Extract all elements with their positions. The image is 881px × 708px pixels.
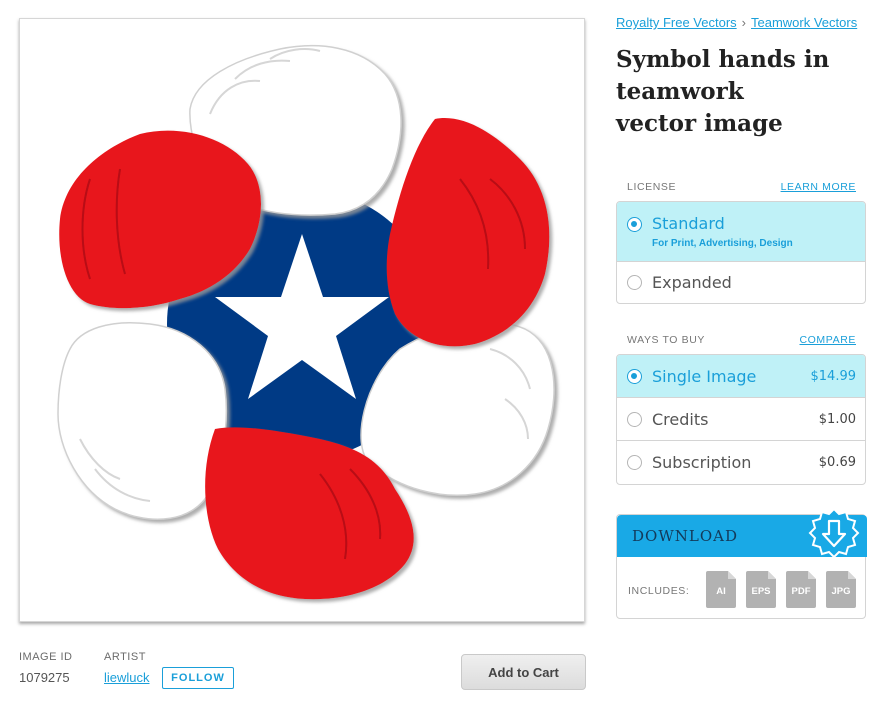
hands-star-artwork bbox=[57, 44, 555, 600]
image-id-label: IMAGE ID bbox=[19, 651, 73, 663]
title-line-3: vector image bbox=[616, 110, 783, 137]
format-label: AI bbox=[716, 586, 726, 597]
breadcrumb-separator: › bbox=[741, 15, 746, 30]
license-options: Standard For Print, Advertising, Design … bbox=[616, 201, 866, 304]
breadcrumb-royalty-free-vectors[interactable]: Royalty Free Vectors bbox=[616, 15, 737, 30]
buy-option-subscription[interactable]: Subscription $0.69 bbox=[617, 441, 865, 484]
title-line-1: Symbol hands in bbox=[616, 46, 830, 73]
buy-option-single-image[interactable]: Single Image $14.99 bbox=[617, 355, 865, 398]
includes-label: INCLUDES: bbox=[628, 585, 690, 597]
radio-selected[interactable] bbox=[627, 217, 642, 232]
radio-unselected[interactable] bbox=[627, 455, 642, 470]
license-option-expanded[interactable]: Expanded bbox=[617, 262, 865, 303]
white-fist-left bbox=[57, 322, 228, 520]
buy-option-credits[interactable]: Credits $1.00 bbox=[617, 398, 865, 441]
buy-option-price: $14.99 bbox=[810, 369, 857, 384]
jpg-file-icon: JPG bbox=[826, 571, 856, 608]
compare-link[interactable]: COMPARE bbox=[799, 334, 856, 346]
download-label: DOWNLOAD bbox=[632, 527, 738, 545]
license-option-label: Standard bbox=[652, 214, 725, 233]
pdf-file-icon: PDF bbox=[786, 571, 816, 608]
radio-selected[interactable] bbox=[627, 369, 642, 384]
learn-more-link[interactable]: LEARN MORE bbox=[781, 181, 856, 193]
license-option-description: For Print, Advertising, Design bbox=[652, 238, 793, 249]
artist-label: ARTIST bbox=[104, 651, 146, 663]
format-label: JPG bbox=[831, 586, 851, 597]
format-label: PDF bbox=[791, 586, 811, 597]
download-panel: DOWNLOAD INCLUDES: AI EPS PDF JPG bbox=[616, 507, 867, 619]
download-button[interactable]: DOWNLOAD bbox=[617, 507, 867, 559]
add-to-cart-button[interactable]: Add to Cart bbox=[461, 654, 586, 690]
title-line-2: teamwork bbox=[616, 78, 744, 105]
radio-unselected[interactable] bbox=[627, 412, 642, 427]
breadcrumb: Royalty Free Vectors › Teamwork Vectors bbox=[616, 15, 857, 30]
product-image[interactable] bbox=[19, 18, 585, 622]
buy-option-label: Subscription bbox=[652, 453, 752, 472]
radio-unselected[interactable] bbox=[627, 275, 642, 290]
license-option-label: Expanded bbox=[652, 273, 732, 292]
buy-option-price: $1.00 bbox=[818, 412, 856, 427]
purchase-options: Single Image $14.99 Credits $1.00 Subscr… bbox=[616, 354, 866, 485]
download-arrow-icon bbox=[808, 507, 860, 559]
follow-button[interactable]: FOLLOW bbox=[162, 667, 234, 689]
eps-file-icon: EPS bbox=[746, 571, 776, 608]
buy-option-label: Credits bbox=[652, 410, 709, 429]
page-title: Symbol hands in teamwork vector image bbox=[616, 44, 876, 140]
artist-link[interactable]: liewluck bbox=[104, 670, 150, 685]
buy-option-price: $0.69 bbox=[818, 455, 856, 470]
breadcrumb-teamwork-vectors[interactable]: Teamwork Vectors bbox=[751, 15, 857, 30]
ways-to-buy-label: WAYS TO BUY bbox=[627, 334, 705, 346]
license-label: LICENSE bbox=[627, 181, 677, 193]
ai-file-icon: AI bbox=[706, 571, 736, 608]
license-option-standard[interactable]: Standard For Print, Advertising, Design bbox=[617, 202, 865, 262]
red-fist-right bbox=[386, 118, 550, 347]
image-id-value: 1079275 bbox=[19, 670, 70, 685]
buy-option-label: Single Image bbox=[652, 367, 757, 386]
format-label: EPS bbox=[751, 586, 771, 597]
